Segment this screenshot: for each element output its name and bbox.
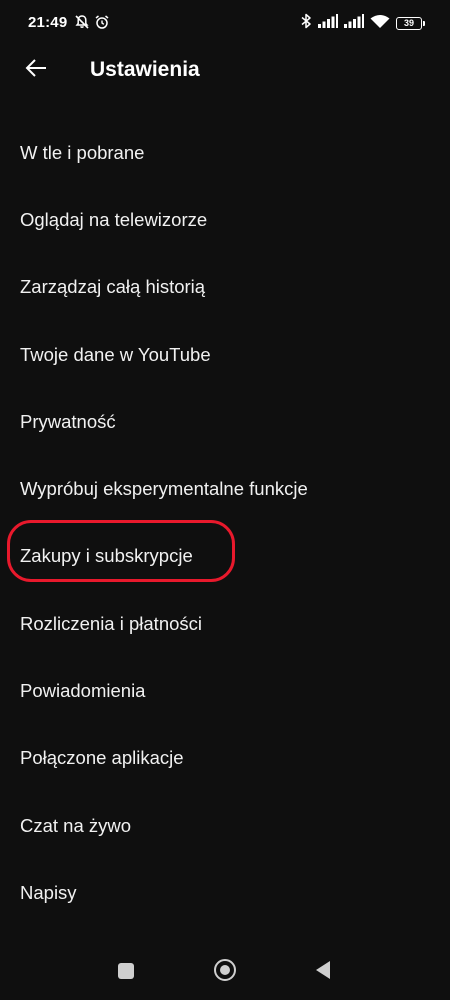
page-title: Ustawienia — [90, 58, 200, 81]
signal-icon — [318, 14, 338, 33]
settings-item-watch-on-tv[interactable]: Oglądaj na telewizorze — [0, 186, 450, 253]
settings-item-label: Rozliczenia i płatności — [20, 612, 203, 634]
battery-icon: 39 — [396, 17, 425, 30]
bluetooth-icon — [300, 13, 312, 34]
settings-item-label: Napisy — [20, 881, 77, 903]
app-header: Ustawienia — [0, 46, 450, 92]
recents-icon[interactable] — [118, 963, 134, 979]
settings-item-label: Zarządzaj całą historią — [20, 276, 206, 298]
settings-item-purchases-subscriptions[interactable]: Zakupy i subskrypcje — [0, 523, 450, 590]
status-bar: 21:49 39 — [0, 0, 450, 46]
arrow-left-icon — [24, 56, 48, 85]
wifi-icon — [370, 14, 390, 34]
settings-item-captions[interactable]: Napisy — [0, 859, 450, 926]
battery-level: 39 — [403, 18, 414, 28]
alarm-icon — [94, 14, 110, 35]
settings-list: W tle i pobrane Oglądaj na telewizorze Z… — [0, 119, 450, 927]
settings-item-label: Prywatność — [20, 410, 116, 432]
settings-item-label: Zakupy i subskrypcje — [20, 545, 193, 567]
status-left-icons — [74, 14, 110, 35]
settings-item-label: Oglądaj na telewizorze — [20, 208, 208, 230]
back-triangle-icon[interactable] — [316, 961, 330, 979]
settings-item-background-downloads[interactable]: W tle i pobrane — [0, 119, 450, 186]
settings-item-your-data[interactable]: Twoje dane w YouTube — [0, 321, 450, 388]
status-right-icons: 39 — [300, 13, 425, 34]
signal-icon — [344, 14, 364, 33]
settings-item-label: Wypróbuj eksperymentalne funkcje — [20, 478, 308, 500]
settings-item-live-chat[interactable]: Czat na żywo — [0, 792, 450, 859]
settings-item-label: Powiadomienia — [20, 680, 146, 702]
settings-item-label: Połączone aplikacje — [20, 747, 184, 769]
settings-item-manage-history[interactable]: Zarządzaj całą historią — [0, 254, 450, 321]
settings-item-billing-payments[interactable]: Rozliczenia i płatności — [0, 590, 450, 657]
home-icon[interactable] — [214, 959, 236, 981]
status-time: 21:49 — [28, 14, 68, 31]
settings-item-label: Czat na żywo — [20, 814, 132, 836]
settings-item-experimental[interactable]: Wypróbuj eksperymentalne funkcje — [0, 455, 450, 522]
settings-item-label: W tle i pobrane — [20, 141, 145, 163]
settings-item-connected-apps[interactable]: Połączone aplikacje — [0, 725, 450, 792]
system-nav-bar — [0, 940, 450, 1000]
back-button[interactable] — [16, 50, 56, 90]
settings-item-label: Twoje dane w YouTube — [20, 343, 211, 365]
settings-item-privacy[interactable]: Prywatność — [0, 388, 450, 455]
bell-off-icon — [74, 14, 90, 35]
settings-item-notifications[interactable]: Powiadomienia — [0, 657, 450, 724]
